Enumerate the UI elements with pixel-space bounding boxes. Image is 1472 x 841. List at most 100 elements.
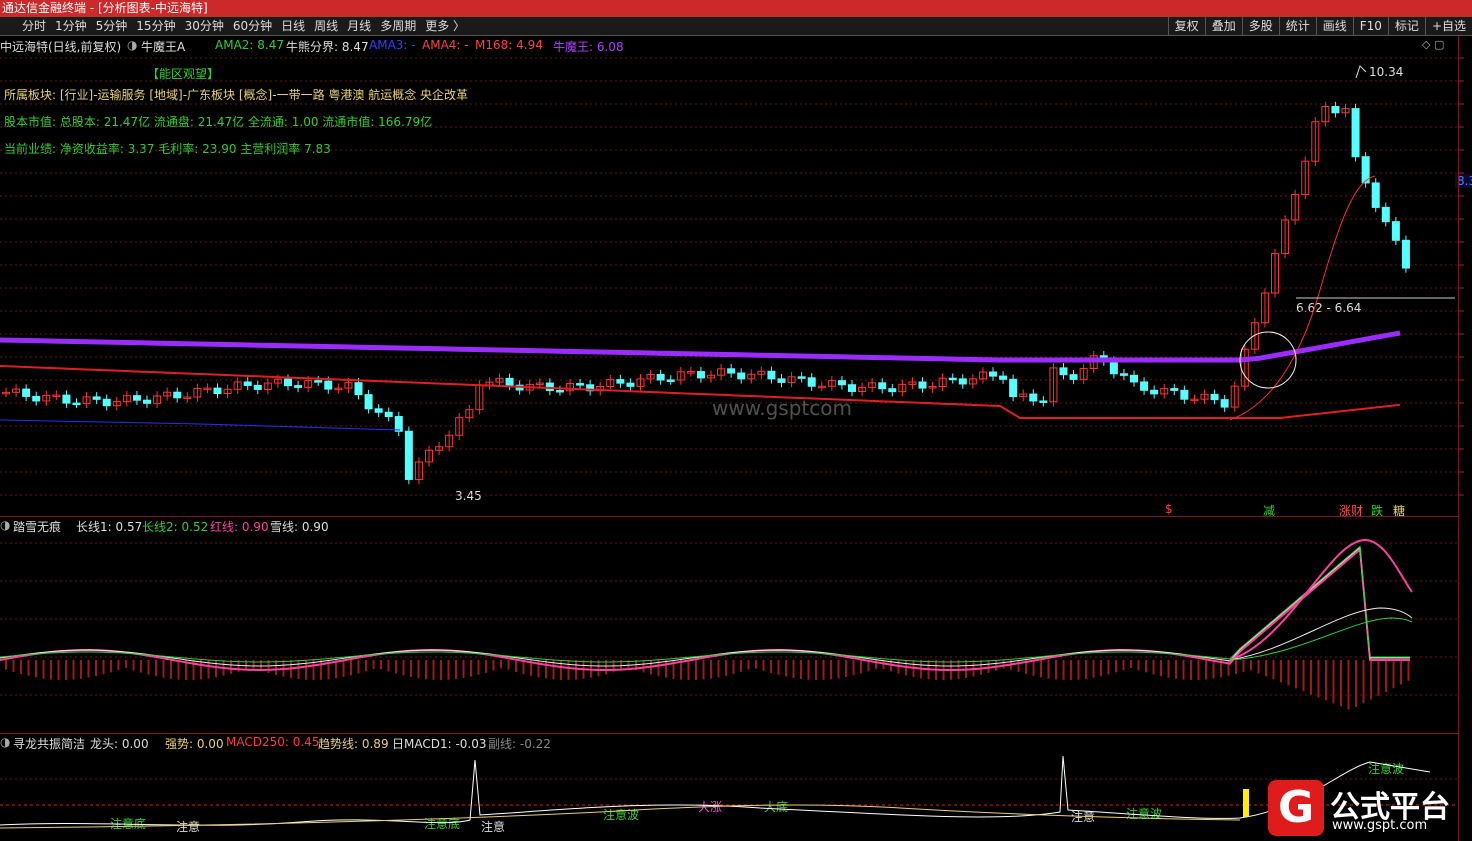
candle-body <box>1321 106 1330 123</box>
candle-body <box>545 382 554 391</box>
toolbar-buttons: 复权 叠加 多股 统计 画线 F10 标记 +自选 <box>1167 17 1472 36</box>
period-tab[interactable]: 30分钟 <box>181 18 229 35</box>
candle-body <box>153 395 162 404</box>
candle-body <box>475 384 484 411</box>
candle-body <box>747 373 756 380</box>
candle-body <box>435 446 444 451</box>
period-tab[interactable]: 周线 <box>310 18 343 35</box>
candle-body <box>284 378 292 387</box>
signal-label: 注意 <box>1071 810 1096 824</box>
candle-body <box>193 387 202 398</box>
toolbar-button[interactable]: 标记 <box>1387 17 1425 36</box>
dmacd-value: 日MACD1: -0.03 <box>392 737 487 751</box>
m168-value: M168: 4.94 <box>475 38 543 52</box>
logo: G 公式平台 www.gspt.com <box>1268 780 1464 836</box>
candle-body <box>1190 398 1199 402</box>
candle-body <box>918 381 927 389</box>
candle-body <box>948 377 957 381</box>
price-axis-border <box>1458 36 1459 841</box>
period-tab[interactable]: 1分钟 <box>51 18 92 35</box>
candle-body <box>505 377 514 386</box>
period-tab[interactable]: 分时 <box>18 18 51 35</box>
stock-label: 中远海特(日线,前复权) <box>0 40 122 54</box>
panel3-name[interactable]: 寻龙共振简洁 <box>13 735 85 752</box>
toolbar-button[interactable]: F10 <box>1352 17 1388 36</box>
candle-body <box>868 382 877 388</box>
candle-body <box>1240 348 1249 387</box>
candle-body <box>425 449 433 463</box>
signal-label: 注意波 <box>603 808 640 822</box>
candle-body <box>576 383 585 386</box>
signal-label: 注意底 <box>110 817 147 831</box>
candle-body <box>626 382 635 387</box>
sector-line: 所属板块: [行业]-运输服务 [地域]-广东板块 [概念]-一带一路 粤港澳 … <box>4 88 469 102</box>
toolbar-button[interactable]: 叠加 <box>1204 17 1242 36</box>
candle-body <box>686 371 695 374</box>
candle-body <box>374 408 383 413</box>
candle-body <box>263 382 272 390</box>
candle-body <box>1371 182 1380 208</box>
candle-body <box>858 386 867 392</box>
candle-body <box>1140 381 1149 391</box>
macd250-value: MACD250: 0.45 <box>226 735 320 749</box>
period-tab[interactable]: 15分钟 <box>132 18 180 35</box>
long-line-peak <box>1229 617 1413 661</box>
candle-body <box>22 388 31 397</box>
candle-body <box>767 370 776 380</box>
panel3-toggle-icon[interactable]: ◑ <box>0 735 10 749</box>
period-tab[interactable]: 5分钟 <box>92 18 133 35</box>
candle-body <box>344 382 353 389</box>
candle-body <box>1109 360 1118 375</box>
period-tab[interactable]: 60分钟 <box>229 18 277 35</box>
toolbar-button[interactable]: 复权 <box>1167 17 1205 36</box>
period-tabs: 分时 1分钟 5分钟 15分钟 30分钟 60分钟 日线 周线 月线 多周期 更多 〉 <box>18 18 470 35</box>
candle-body <box>837 380 846 386</box>
candle-body <box>1119 373 1128 376</box>
strength-bar <box>1243 789 1249 817</box>
candle-body <box>384 411 393 418</box>
signal-tag: $ <box>1165 502 1173 516</box>
long1-value: 长线1: 0.57 <box>76 520 143 534</box>
candle-body <box>404 430 413 480</box>
toolbar-button[interactable]: 统计 <box>1278 17 1316 36</box>
high-marker <box>1355 65 1367 79</box>
candle-body <box>163 391 172 397</box>
candle-body <box>1331 106 1340 114</box>
period-tab[interactable]: 多周期 <box>376 18 421 35</box>
candle-body <box>273 378 282 384</box>
red-line <box>0 547 1410 672</box>
sub-line-value: 副线: -0.22 <box>488 737 551 751</box>
candle-body <box>72 402 81 406</box>
toolbar-button[interactable]: 多股 <box>1241 17 1279 36</box>
signal-label: 注意波 <box>1368 762 1405 776</box>
candle-body <box>253 384 262 390</box>
candle-body <box>1029 393 1038 402</box>
low-price-label: 3.45 <box>455 489 482 503</box>
toolbar-button[interactable]: +自选 <box>1424 17 1472 36</box>
signal-label: 大底 <box>764 800 789 814</box>
period-toolbar: 分时 1分钟 5分钟 15分钟 30分钟 60分钟 日线 周线 月线 多周期 更多 〉 复权 叠加 多股… <box>0 17 1472 36</box>
candle-body <box>707 374 715 379</box>
long2-value: 长线2: 0.52 <box>142 520 209 534</box>
candle-body <box>324 380 333 390</box>
candle-body <box>102 398 111 407</box>
diamond-icon[interactable]: ◇ ▢ <box>1422 38 1444 51</box>
period-tab[interactable]: 月线 <box>343 18 376 35</box>
period-tab[interactable]: 更多 〉 <box>421 18 470 35</box>
candle-body <box>878 382 887 390</box>
candle-body <box>1069 374 1078 380</box>
candle-body <box>586 384 595 392</box>
period-tab[interactable]: 日线 <box>277 18 310 35</box>
trend-value: 趋势线: 0.89 <box>318 737 389 751</box>
candle-body <box>1079 367 1088 380</box>
toolbar-button[interactable]: 画线 <box>1315 17 1353 36</box>
panel2-name[interactable]: 踏雪无痕 <box>13 518 61 535</box>
indicator-name[interactable]: 牛魔王A <box>141 38 185 55</box>
candle-body <box>213 387 222 395</box>
candle-body <box>1351 108 1360 158</box>
candle-body <box>233 381 242 390</box>
candle-body <box>535 382 544 386</box>
collapse-icon[interactable]: ◑ <box>127 38 137 52</box>
panel2-toggle-icon[interactable]: ◑ <box>0 518 10 532</box>
red-line-peak <box>1229 538 1413 661</box>
